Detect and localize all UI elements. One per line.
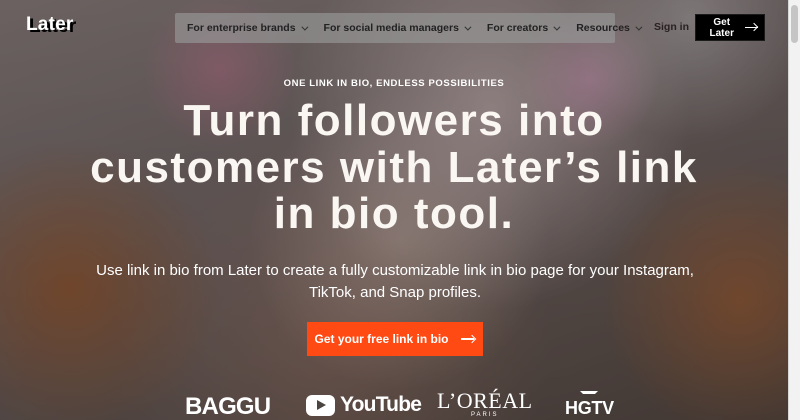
nav-item-resources[interactable]: Resources <box>576 22 643 34</box>
brand-logos: BAGGU YouTube L’ORÉAL PARIS HGTV <box>0 388 788 420</box>
sign-in-link[interactable]: Sign in <box>654 21 689 33</box>
hgtv-logo: HGTV <box>565 391 614 417</box>
nav-item-label: Resources <box>576 22 630 34</box>
arrow-right-icon <box>744 23 759 33</box>
brand-name: L’ORÉAL <box>437 388 533 413</box>
nav-item-label: For enterprise brands <box>187 22 296 34</box>
chevron-down-icon <box>464 23 472 31</box>
vertical-scrollbar[interactable] <box>788 0 800 420</box>
baggu-logo: BAGGU <box>185 393 271 420</box>
top-navigation: Later For enterprise brands For social m… <box>0 0 788 54</box>
youtube-logo: YouTube <box>306 393 422 417</box>
chevron-down-icon <box>300 23 308 31</box>
chevron-down-icon <box>635 23 643 31</box>
later-logo[interactable]: Later <box>26 14 73 36</box>
hero-background: Later For enterprise brands For social m… <box>0 0 800 420</box>
scrollbar-thumb[interactable] <box>791 5 798 43</box>
nav-item-creators[interactable]: For creators <box>486 22 561 34</box>
brand-name: HGTV <box>565 398 614 418</box>
chevron-down-icon <box>553 23 561 31</box>
nav-item-label: For social media managers <box>323 22 459 34</box>
cta-label: Get your free link in bio <box>314 332 449 346</box>
hero-subcopy: Use link in bio from Later to create a f… <box>96 262 694 301</box>
hero-headline: Turn followers into customers with Later… <box>90 96 698 239</box>
loreal-logo: L’ORÉAL PARIS <box>437 388 533 419</box>
hero-eyebrow: ONE LINK IN BIO, ENDLESS POSSIBILITIES <box>283 78 505 89</box>
free-link-in-bio-button[interactable]: Get your free link in bio <box>307 322 483 356</box>
youtube-play-icon <box>306 394 335 416</box>
nav-item-enterprise-brands[interactable]: For enterprise brands <box>187 22 308 34</box>
get-later-label: Get Later <box>709 16 734 39</box>
arrow-right-icon <box>460 334 476 344</box>
main-menu: For enterprise brands For social media m… <box>175 13 643 43</box>
nav-item-label: For creators <box>486 22 549 34</box>
brand-name: BAGGU <box>185 393 271 420</box>
nav-item-social-media-managers[interactable]: For social media managers <box>323 22 472 34</box>
get-later-button[interactable]: Get Later <box>695 14 765 41</box>
brand-name: YouTube <box>340 393 422 416</box>
hero-content: ONE LINK IN BIO, ENDLESS POSSIBILITIES T… <box>0 0 788 420</box>
